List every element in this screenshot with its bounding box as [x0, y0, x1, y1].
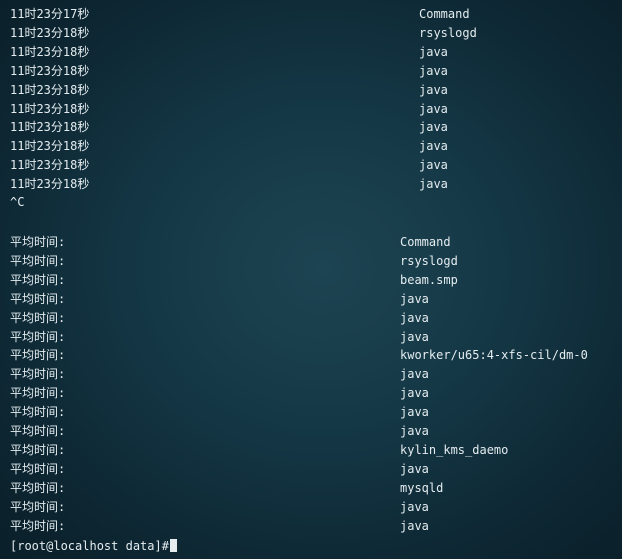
interrupt-text: ^C: [10, 195, 25, 209]
header-command: Command: [419, 7, 470, 21]
cell-time: 平均时间:: [10, 480, 66, 495]
cell-command: java: [400, 386, 429, 401]
cell-time: 平均时间:: [10, 424, 66, 438]
header-time: 11时23分17秒: [10, 7, 90, 21]
cell-command: java: [400, 329, 429, 344]
cell-time: 平均时间:: [10, 272, 66, 287]
cell-time: 11时23分18秒: [10, 101, 90, 116]
cell-time: 平均时间:: [10, 367, 66, 382]
cell-command: java: [419, 158, 448, 173]
cell-command: kworker/u65:4-xfs-cil/dm-0: [400, 348, 588, 363]
cell-time: 平均时间:: [10, 499, 66, 514]
terminal-window[interactable]: ^C [root@localhost data]# 11时23分17秒UIDPI…: [0, 0, 622, 559]
cell-command: java: [400, 291, 429, 306]
text-cursor: [169, 539, 177, 552]
cell-command: java: [400, 405, 429, 420]
cell-command: java: [419, 44, 448, 59]
cell-time: 11时23分18秒: [10, 63, 90, 78]
cell-time: 平均时间:: [10, 386, 66, 401]
cell-command: java: [419, 63, 448, 78]
cell-time: 平均时间:: [10, 461, 66, 476]
cell-time: 11时23分18秒: [10, 44, 90, 59]
cell-time: 平均时间:: [10, 291, 66, 306]
cell-time: 平均时间:: [10, 329, 66, 344]
cell-command: java: [400, 424, 429, 438]
cell-command: rsyslogd: [419, 25, 477, 40]
cell-command: java: [400, 461, 429, 476]
cell-time: 11时23分18秒: [10, 177, 90, 192]
cell-time: 11时23分18秒: [10, 120, 90, 135]
cell-command: java: [400, 499, 429, 514]
cell-command: mysqld: [400, 480, 444, 495]
prompt-text: [root@localhost data]#: [10, 539, 169, 553]
cell-command: java: [419, 120, 448, 135]
cell-command: java: [419, 139, 448, 154]
cell-command: java: [400, 310, 429, 325]
cell-time: 平均时间:: [10, 405, 66, 420]
interrupt-line: ^C: [0, 193, 29, 211]
cell-time: 平均时间:: [10, 310, 66, 325]
cell-command: java: [419, 82, 448, 97]
cell-time: 11时23分18秒: [10, 158, 90, 173]
cell-command: rsyslogd: [400, 253, 458, 268]
header-command: Command: [400, 235, 451, 249]
cell-command: java: [419, 101, 448, 116]
cell-command: java: [419, 177, 448, 192]
cell-time: 11时23分18秒: [10, 82, 90, 97]
cell-command: beam.smp: [400, 272, 458, 287]
cell-command: java: [400, 518, 429, 533]
cell-time: 平均时间:: [10, 348, 66, 363]
cell-time: 平均时间:: [10, 442, 66, 457]
cell-command: kylin_kms_daemo: [400, 442, 509, 457]
cell-time: 平均时间:: [10, 518, 66, 533]
shell-prompt: [root@localhost data]#: [10, 537, 177, 555]
cell-time: 11时23分18秒: [10, 25, 90, 40]
prompt-line[interactable]: [root@localhost data]#: [0, 537, 177, 555]
header-time: 平均时间:: [10, 235, 66, 249]
cell-command: java: [400, 367, 429, 382]
cell-time: 平均时间:: [10, 253, 66, 268]
cell-time: 11时23分18秒: [10, 139, 90, 154]
